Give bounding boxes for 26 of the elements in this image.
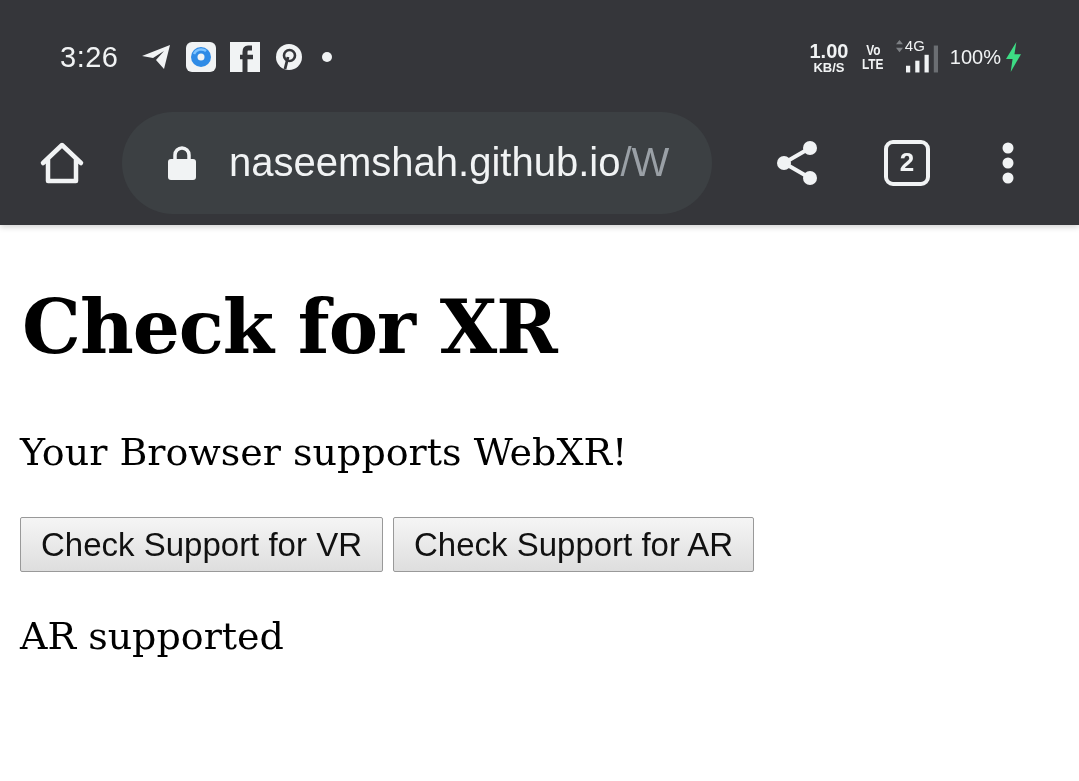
share-icon [776, 140, 818, 185]
up-down-arrows-icon [895, 38, 903, 53]
page-heading: Check for XR [22, 283, 560, 372]
menu-button[interactable] [1002, 141, 1014, 184]
f-logo-icon [230, 42, 261, 72]
share-button[interactable] [776, 140, 818, 185]
battery-percent: 100% [949, 45, 1001, 69]
network-speed: 1.00 [809, 40, 849, 61]
volte-label: Vo [865, 43, 881, 57]
paper-plane-icon [142, 45, 171, 69]
tab-switcher-button[interactable]: 2 [884, 139, 930, 186]
circle-app-icon [186, 42, 217, 72]
p-logo-icon [276, 44, 303, 70]
network-type: 4G [904, 37, 925, 54]
network-speed-unit: KB/S [813, 60, 845, 74]
address-bar[interactable]: naseemshah.github.io/W [122, 111, 712, 214]
lock-icon [168, 145, 196, 180]
support-message: Your Browser supports WebXR! [20, 429, 629, 476]
lte-label: LTE [862, 57, 884, 71]
home-icon [39, 140, 85, 185]
check-support-button[interactable]: Check Support for AR [393, 517, 755, 573]
clock-time: 3:26 [60, 40, 119, 74]
notification-dot-icon [322, 52, 333, 62]
menu-icon [1002, 141, 1014, 184]
check-support-button[interactable]: Check Support for VR [20, 517, 383, 573]
result-text: AR supported [20, 614, 285, 660]
